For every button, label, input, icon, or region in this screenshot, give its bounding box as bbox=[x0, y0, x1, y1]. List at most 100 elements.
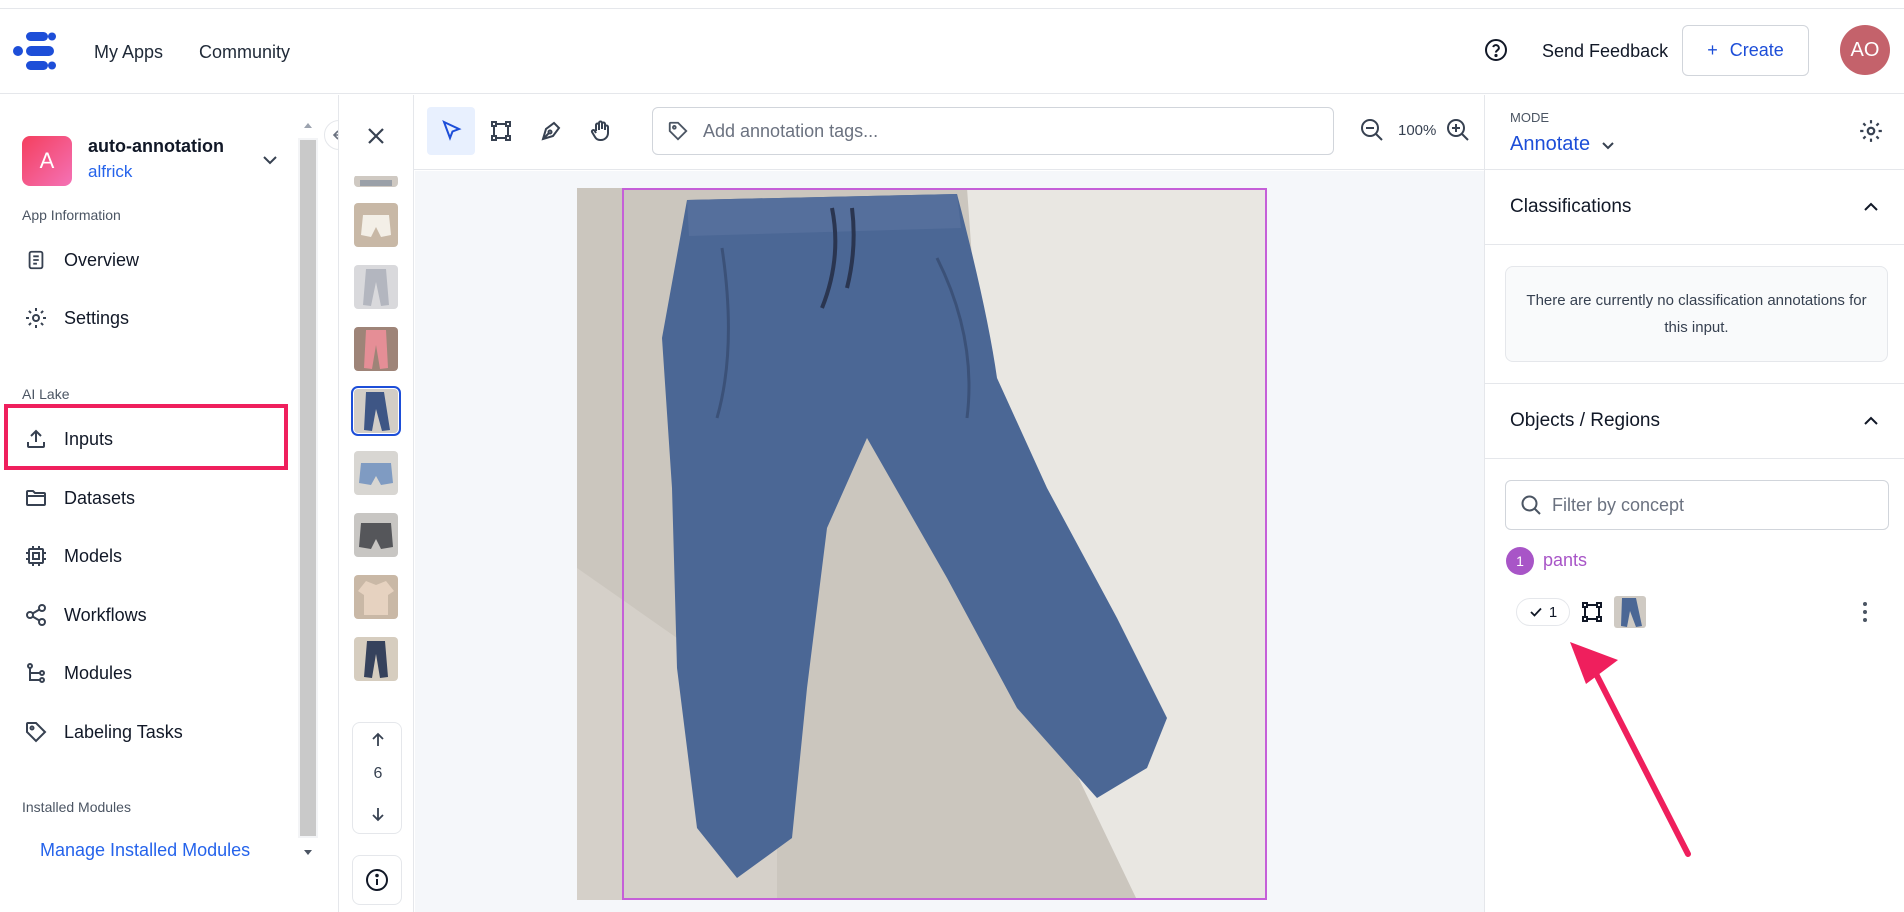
gear-icon[interactable] bbox=[1858, 118, 1884, 144]
pants-bounding-box[interactable] bbox=[622, 188, 1267, 900]
info-icon bbox=[366, 869, 388, 891]
more-options-icon[interactable] bbox=[1858, 598, 1872, 626]
scroll-down-arrow-icon[interactable] bbox=[302, 846, 314, 858]
sidebar-item-label: Inputs bbox=[64, 428, 114, 449]
mode-value: Annotate bbox=[1510, 133, 1591, 155]
thumbnail-partial[interactable] bbox=[354, 175, 398, 187]
filter-by-concept-input[interactable]: Filter by concept bbox=[1505, 480, 1889, 530]
arrow-down-icon[interactable] bbox=[369, 805, 387, 823]
chevron-up-icon[interactable] bbox=[1860, 196, 1882, 218]
zoom-level: 100% bbox=[1398, 122, 1437, 139]
concept-name[interactable]: pants bbox=[1543, 550, 1587, 571]
thumbnail-blue-pants[interactable] bbox=[351, 386, 401, 436]
region-count: 1 bbox=[1548, 603, 1558, 621]
thumbnail-navy-pants[interactable] bbox=[354, 637, 398, 681]
annotation-pointer-arrow bbox=[1570, 642, 1691, 857]
sidebar-item-workflows[interactable]: Workflows bbox=[22, 597, 272, 633]
thumbnail-dark-shorts[interactable] bbox=[354, 513, 398, 557]
sidebar-item-label: Modules bbox=[64, 662, 133, 683]
zoom-out-icon[interactable] bbox=[1358, 116, 1386, 144]
app-badge: A bbox=[22, 136, 72, 186]
zoom-in-icon[interactable] bbox=[1444, 116, 1472, 144]
check-icon bbox=[1530, 607, 1542, 617]
mode-label: MODE bbox=[1510, 110, 1549, 125]
hand-icon bbox=[590, 120, 609, 141]
nav-community[interactable]: Community bbox=[199, 42, 290, 63]
concept-index-badge: 1 bbox=[1506, 547, 1534, 575]
app-owner-link[interactable]: alfrick bbox=[88, 162, 132, 182]
sidebar-item-settings[interactable]: Settings bbox=[22, 300, 272, 336]
select-tool-button[interactable] bbox=[427, 107, 475, 155]
sidebar-item-label: Settings bbox=[64, 307, 130, 328]
create-button[interactable]: + Create bbox=[1682, 25, 1809, 76]
create-button-label: Create bbox=[1729, 40, 1784, 60]
top-edge-divider bbox=[0, 8, 1904, 9]
pagination-control: 6 bbox=[352, 722, 402, 834]
info-button[interactable] bbox=[352, 855, 402, 905]
folder-icon bbox=[22, 484, 50, 512]
sidebar-item-datasets[interactable]: Datasets bbox=[22, 480, 272, 516]
sidebar-item-overview[interactable]: Overview bbox=[22, 242, 272, 278]
manage-installed-modules-link[interactable]: Manage Installed Modules bbox=[40, 840, 250, 861]
thumbnail-grey-pants[interactable] bbox=[354, 265, 398, 309]
region-thumbnail[interactable] bbox=[1614, 596, 1646, 628]
pen-icon bbox=[541, 121, 561, 141]
hierarchy-icon bbox=[22, 659, 50, 687]
gear-icon bbox=[22, 304, 50, 332]
upload-icon bbox=[22, 425, 50, 453]
thumbnail-pink-pants[interactable] bbox=[354, 327, 398, 371]
close-icon bbox=[368, 128, 384, 144]
section-ai-lake: AI Lake bbox=[22, 386, 70, 402]
objects-regions-header[interactable]: Objects / Regions bbox=[1485, 383, 1904, 459]
tag-icon bbox=[22, 718, 50, 746]
chevron-down-icon bbox=[1602, 141, 1614, 149]
sidebar-item-label: Models bbox=[64, 545, 123, 566]
sidebar-item-inputs[interactable]: Inputs bbox=[22, 421, 272, 457]
arrow-up-icon[interactable] bbox=[369, 731, 387, 749]
classifications-title: Classifications bbox=[1510, 196, 1632, 217]
chevron-down-icon[interactable] bbox=[260, 150, 280, 170]
document-icon bbox=[22, 246, 50, 274]
sidebar-item-label: Labeling Tasks bbox=[64, 721, 183, 742]
tags-placeholder: Add annotation tags... bbox=[703, 120, 879, 141]
region-count-pill[interactable]: 1 bbox=[1516, 598, 1570, 626]
bounding-box-icon bbox=[1582, 602, 1602, 622]
scroll-up-arrow-icon[interactable] bbox=[302, 120, 314, 132]
sidebar-scrollbar[interactable] bbox=[298, 118, 318, 868]
share-icon bbox=[22, 601, 50, 629]
classifications-empty-state: There are currently no classification an… bbox=[1505, 266, 1888, 362]
pointer-icon bbox=[442, 120, 462, 141]
section-installed-modules: Installed Modules bbox=[22, 799, 131, 815]
thumbnail-shorts[interactable] bbox=[354, 203, 398, 247]
tag-icon bbox=[668, 121, 688, 141]
search-icon bbox=[1521, 495, 1541, 515]
clarifai-logo-icon[interactable] bbox=[12, 28, 58, 74]
sidebar-item-modules[interactable]: Modules bbox=[22, 655, 272, 691]
sidebar-item-label: Overview bbox=[64, 249, 140, 270]
bounding-box-tool-button[interactable] bbox=[477, 107, 525, 155]
send-feedback-link[interactable]: Send Feedback bbox=[1542, 41, 1668, 62]
sidebar-item-labeling-tasks[interactable]: Labeling Tasks bbox=[22, 714, 272, 750]
annotation-tags-input[interactable]: Add annotation tags... bbox=[652, 107, 1334, 155]
sidebar-item-label: Datasets bbox=[64, 487, 136, 508]
polygon-pen-tool-button[interactable] bbox=[527, 107, 575, 155]
mode-dropdown[interactable]: Annotate bbox=[1510, 133, 1616, 156]
thumbnail-denim-shorts[interactable] bbox=[354, 451, 398, 495]
user-avatar[interactable]: AO bbox=[1840, 25, 1890, 75]
objects-regions-title: Objects / Regions bbox=[1510, 410, 1660, 431]
close-button[interactable] bbox=[358, 118, 394, 154]
help-circle-icon[interactable] bbox=[1484, 38, 1508, 62]
page-number: 6 bbox=[373, 765, 383, 782]
classifications-header[interactable]: Classifications bbox=[1485, 169, 1904, 245]
nav-my-apps[interactable]: My Apps bbox=[94, 42, 163, 63]
scroll-thumb[interactable] bbox=[300, 140, 316, 836]
pan-hand-tool-button[interactable] bbox=[577, 107, 625, 155]
thumbnail-beige-shirt[interactable] bbox=[354, 575, 398, 619]
sidebar-item-label: Workflows bbox=[64, 604, 147, 625]
section-app-information: App Information bbox=[22, 207, 121, 223]
app-name[interactable]: auto-annotation bbox=[88, 136, 224, 157]
filter-placeholder: Filter by concept bbox=[1552, 494, 1685, 515]
bounding-box-icon bbox=[491, 121, 511, 141]
chevron-up-icon[interactable] bbox=[1860, 410, 1882, 432]
sidebar-item-models[interactable]: Models bbox=[22, 538, 272, 574]
